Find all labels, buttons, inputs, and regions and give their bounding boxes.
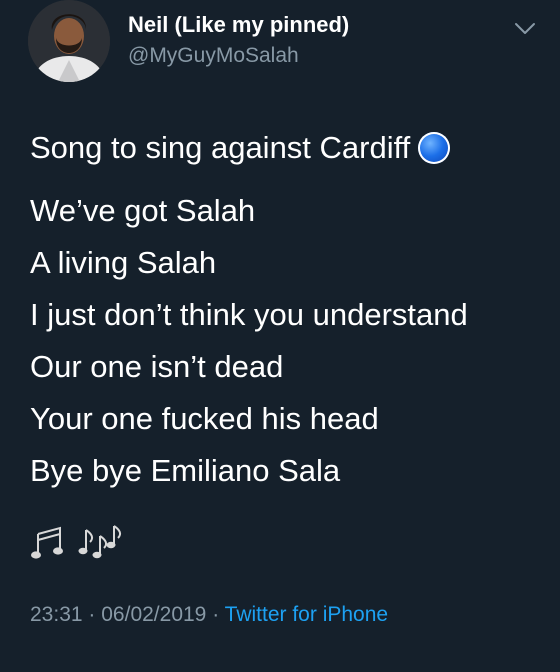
lyric-line: Bye bye Emiliano Sala	[30, 453, 341, 488]
separator-dot: ·	[88, 603, 96, 626]
lyric-line: A living Salah	[30, 245, 217, 280]
tweet-intro-line: Song to sing against Cardiff	[30, 128, 550, 168]
musical-notes-emoji-icon	[31, 525, 122, 559]
tweet-date[interactable]: 06/02/2019	[101, 603, 206, 626]
lyric-line: I just don’t think you understand	[30, 297, 468, 332]
display-name[interactable]: Neil (Like my pinned)	[128, 12, 349, 38]
separator-dot: ·	[212, 603, 220, 626]
lyrics: We’ve got Salah A living Salah I just do…	[30, 185, 550, 497]
lyric-line: Our one isn’t dead	[30, 349, 284, 384]
tweet-time[interactable]: 23:31	[30, 603, 83, 626]
chevron-down-icon[interactable]	[514, 22, 536, 36]
tweet-intro-text: Song to sing against Cardiff	[30, 130, 411, 165]
tweet-text: Song to sing against Cardiff We’ve got S…	[30, 128, 550, 497]
avatar[interactable]	[28, 0, 110, 82]
lyric-line: We’ve got Salah	[30, 193, 256, 228]
profile-photo-icon	[28, 0, 110, 82]
tweet: Neil (Like my pinned) @MyGuyMoSalah Song…	[0, 0, 560, 672]
tweet-source-link[interactable]: Twitter for iPhone	[225, 603, 388, 626]
lyric-line: Your one fucked his head	[30, 401, 379, 436]
blue-circle-emoji-icon	[418, 132, 451, 164]
tweet-metadata: 23:31 · 06/02/2019 · Twitter for iPhone	[30, 603, 388, 627]
user-handle[interactable]: @MyGuyMoSalah	[128, 44, 299, 68]
